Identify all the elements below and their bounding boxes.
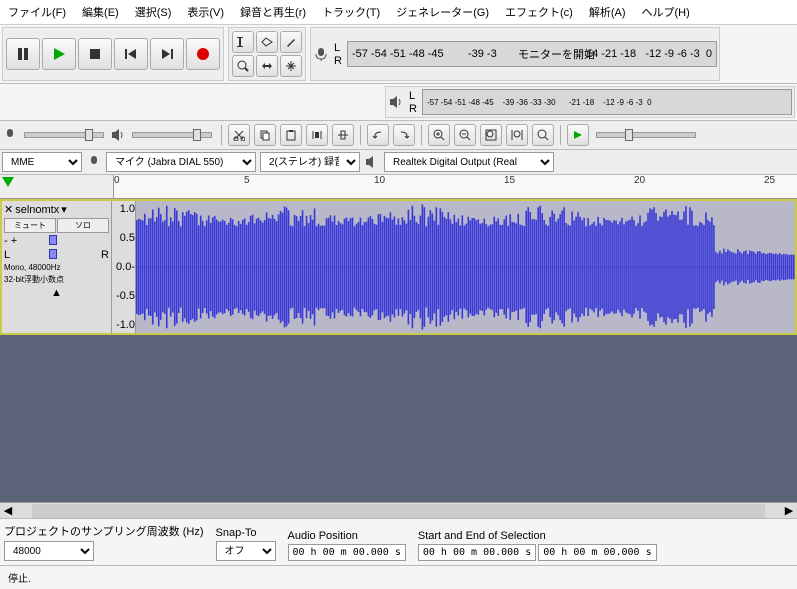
- meter-lr-labels: LR: [332, 42, 344, 67]
- project-rate-label: プロジェクトのサンプリング周波数 (Hz): [4, 523, 204, 539]
- project-rate-select[interactable]: 48000: [4, 541, 94, 561]
- play-volume-slider[interactable]: [132, 132, 212, 138]
- menu-item[interactable]: 表示(V): [183, 2, 228, 22]
- zoom-toggle-button[interactable]: [532, 124, 554, 146]
- timeshift-tool[interactable]: [256, 55, 278, 77]
- cut-button[interactable]: [228, 124, 250, 146]
- speaker-icon: [110, 127, 126, 143]
- play-device-select[interactable]: Realtek Digital Output (Real: [384, 152, 554, 172]
- playback-meter-row: LR -57 -54 -51 -48 -45 -39 -36 -33 -30 -…: [0, 84, 797, 121]
- mixer-edit-toolbar: [0, 121, 797, 150]
- menu-item[interactable]: 編集(E): [78, 2, 123, 22]
- track-format-info: Mono, 48000Hz: [4, 263, 109, 272]
- zoom-in-button[interactable]: [428, 124, 450, 146]
- status-bar: 停止.: [0, 565, 797, 589]
- stop-button[interactable]: [78, 38, 112, 70]
- mic-icon: [313, 46, 329, 62]
- draw-tool[interactable]: [280, 31, 302, 53]
- envelope-tool[interactable]: [256, 31, 278, 53]
- gain-slider[interactable]: - +: [4, 235, 109, 247]
- zoom-out-button[interactable]: [454, 124, 476, 146]
- mic-icon: [2, 127, 18, 143]
- play-at-speed-button[interactable]: [567, 124, 589, 146]
- mute-button[interactable]: ミュート: [4, 218, 56, 233]
- close-track-icon[interactable]: ✕: [4, 203, 13, 216]
- fit-project-button[interactable]: [506, 124, 528, 146]
- selection-label: Start and End of Selection: [418, 530, 657, 542]
- track-name[interactable]: selnomtx: [15, 204, 59, 216]
- track-format-info2: 32-bit浮動小数点: [4, 274, 109, 285]
- menu-item[interactable]: ファイル(F): [4, 2, 70, 22]
- paste-button[interactable]: [280, 124, 302, 146]
- audio-position-field[interactable]: 00 h 00 m 00.000 s: [288, 544, 406, 561]
- track-menu-icon[interactable]: ▾: [61, 203, 67, 216]
- copy-button[interactable]: [254, 124, 276, 146]
- selection-end-field[interactable]: 00 h 00 m 00.000 s: [538, 544, 656, 561]
- audio-host-select[interactable]: MME: [2, 152, 82, 172]
- speaker-icon: [364, 154, 380, 170]
- tracks-area: ✕ selnomtx ▾ ミュートソロ - + LR Mono, 48000Hz…: [0, 199, 797, 502]
- menu-item[interactable]: 解析(A): [585, 2, 630, 22]
- collapse-icon[interactable]: ▲: [4, 287, 109, 299]
- transport-controls: [2, 27, 224, 81]
- pan-slider[interactable]: LR: [4, 249, 109, 261]
- record-button[interactable]: [186, 38, 220, 70]
- ruler-head: [0, 175, 114, 198]
- mic-icon: [86, 154, 102, 170]
- play-button[interactable]: [42, 38, 76, 70]
- menu-item[interactable]: エフェクト(c): [501, 2, 577, 22]
- menu-bar: ファイル(F) 編集(E) 選択(S) 表示(V) 録音と再生(r) トラック(T) ジェネ…: [0, 0, 797, 25]
- menu-item[interactable]: 録音と再生(r): [236, 2, 310, 22]
- meter-lr-labels: LR: [407, 90, 419, 115]
- redo-button[interactable]: [393, 124, 415, 146]
- zoom-tool[interactable]: [232, 55, 254, 77]
- silence-button[interactable]: [332, 124, 354, 146]
- transport-toolbar-row: LR -57 -54 -51 -48 -45-39 -3モニターを開始14 -2…: [0, 25, 797, 84]
- recording-meter[interactable]: LR -57 -54 -51 -48 -45-39 -3モニターを開始14 -2…: [310, 27, 720, 81]
- skip-end-button[interactable]: [150, 38, 184, 70]
- snap-to-select[interactable]: オフ: [216, 541, 276, 561]
- selection-start-field[interactable]: 00 h 00 m 00.000 s: [418, 544, 536, 561]
- fit-selection-button[interactable]: [480, 124, 502, 146]
- timeline-ruler[interactable]: 0510152025: [0, 175, 797, 199]
- menu-item[interactable]: 選択(S): [131, 2, 176, 22]
- horizontal-scrollbar[interactable]: ◀ ▶: [0, 502, 797, 518]
- multi-tool[interactable]: [280, 55, 302, 77]
- ruler-scale[interactable]: 0510152025: [114, 175, 797, 198]
- trim-button[interactable]: [306, 124, 328, 146]
- device-toolbar: MME マイク (Jabra DIAL 550) 2(ステレオ) 録音チ Rea…: [0, 150, 797, 175]
- playhead-icon[interactable]: [2, 177, 14, 187]
- rec-meter-scale[interactable]: -57 -54 -51 -48 -45-39 -3モニターを開始14 -21 -…: [347, 41, 717, 67]
- audio-track: ✕ selnomtx ▾ ミュートソロ - + LR Mono, 48000Hz…: [0, 199, 797, 335]
- menu-item[interactable]: トラック(T): [318, 2, 384, 22]
- audio-position-label: Audio Position: [288, 530, 406, 542]
- tools-palette: [228, 27, 306, 81]
- rec-volume-slider[interactable]: [24, 132, 104, 138]
- speaker-icon: [388, 94, 404, 110]
- menu-item[interactable]: ジェネレーター(G): [392, 2, 493, 22]
- pause-button[interactable]: [6, 38, 40, 70]
- play-meter-scale[interactable]: -57 -54 -51 -48 -45 -39 -36 -33 -30 -21 …: [422, 89, 792, 115]
- skip-start-button[interactable]: [114, 38, 148, 70]
- playback-meter[interactable]: LR -57 -54 -51 -48 -45 -39 -36 -33 -30 -…: [385, 86, 795, 118]
- waveform-display[interactable]: [136, 201, 795, 333]
- selection-toolbar: プロジェクトのサンプリング周波数 (Hz) 48000 Snap-To オフ A…: [0, 518, 797, 565]
- track-control-panel[interactable]: ✕ selnomtx ▾ ミュートソロ - + LR Mono, 48000Hz…: [2, 201, 112, 333]
- menu-item[interactable]: ヘルプ(H): [638, 2, 694, 22]
- snap-to-label: Snap-To: [216, 527, 276, 539]
- amplitude-scale: 1.00.50.0--0.5-1.0: [112, 201, 136, 333]
- solo-button[interactable]: ソロ: [57, 218, 109, 233]
- rec-device-select[interactable]: マイク (Jabra DIAL 550): [106, 152, 256, 172]
- selection-tool[interactable]: [232, 31, 254, 53]
- rec-channels-select[interactable]: 2(ステレオ) 録音チ: [260, 152, 360, 172]
- undo-button[interactable]: [367, 124, 389, 146]
- play-speed-slider[interactable]: [596, 132, 696, 138]
